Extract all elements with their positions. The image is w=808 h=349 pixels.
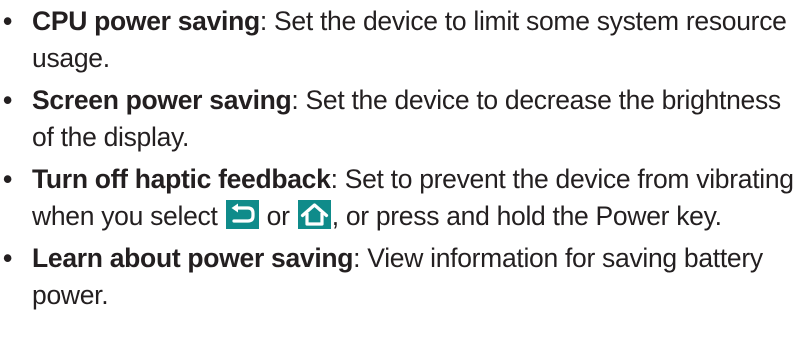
list-item-learn-about-power-saving: • Learn about power saving: View informa… [0, 240, 808, 314]
bullet: • [3, 85, 12, 115]
list-item-turn-off-haptic-feedback: • Turn off haptic feedback: Set to preve… [0, 161, 808, 235]
term-screen-power-saving: Screen power saving [32, 85, 292, 115]
term-cpu-power-saving: CPU power saving [32, 6, 260, 36]
description-part-2: or [259, 201, 297, 231]
term-turn-off-haptic-feedback: Turn off haptic feedback [32, 164, 331, 194]
term-learn-about-power-saving: Learn about power saving [32, 243, 354, 273]
list-item-cpu-power-saving: • CPU power saving: Set the device to li… [0, 3, 808, 77]
power-saving-options-list: • CPU power saving: Set the device to li… [0, 0, 808, 314]
description-part-3: , or press and hold the Power key. [331, 201, 722, 231]
bullet: • [3, 164, 12, 194]
list-item-screen-power-saving: • Screen power saving: Set the device to… [0, 82, 808, 156]
bullet: • [3, 243, 12, 273]
bullet: • [3, 6, 12, 36]
home-icon [297, 200, 331, 229]
back-icon [225, 200, 259, 229]
